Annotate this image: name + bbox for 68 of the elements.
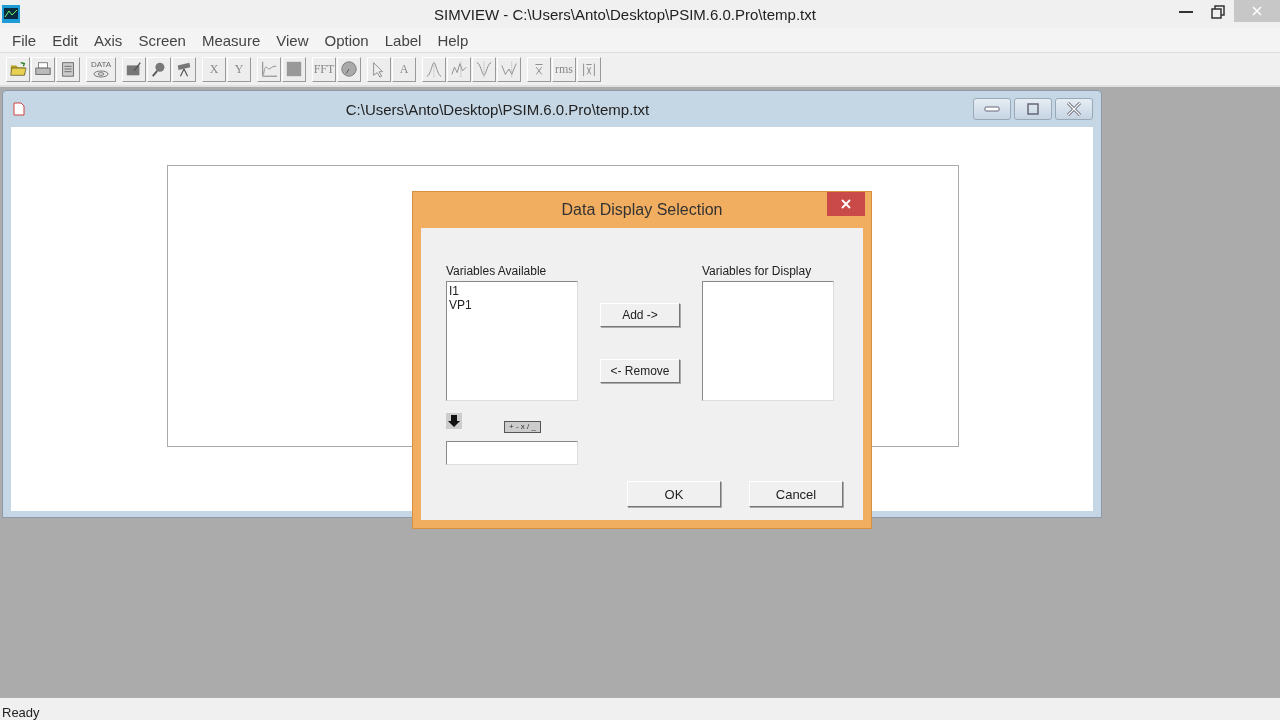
toolbar-button[interactable] (527, 56, 551, 82)
menu-item[interactable]: Help (431, 31, 475, 49)
toolbar-button[interactable] (282, 56, 306, 82)
window-title: SIMVIEW - C:\Users\Anto\Desktop\PSIM.6.0.Pro\temp.txt (433, 5, 817, 23)
valley-curve-icon (475, 60, 493, 78)
toolbar-button[interactable] (172, 56, 196, 82)
minimize-icon (1179, 11, 1193, 13)
disc-icon (340, 60, 358, 78)
toolbar-button[interactable] (497, 56, 521, 82)
dip-curve-icon (500, 60, 518, 78)
toolbar-button[interactable] (472, 56, 496, 82)
menu-item[interactable]: Measure (195, 31, 267, 49)
maximize-button[interactable] (1014, 98, 1052, 120)
maximize-icon (1027, 103, 1039, 115)
toolbar-button[interactable] (122, 56, 146, 82)
operator-bar[interactable]: + - x / _ (504, 421, 541, 433)
menu-item[interactable]: File (6, 31, 43, 49)
folder-icon (9, 60, 27, 78)
toolbar-button[interactable] (337, 56, 361, 82)
menu-item[interactable]: Axis (88, 31, 129, 49)
disk-icon (93, 70, 109, 78)
menu-item[interactable]: Edit (46, 31, 85, 49)
down-arrow-icon (446, 413, 462, 429)
data-label: DATA (90, 60, 112, 69)
toolbar-button[interactable] (6, 56, 30, 82)
dialog-title: Data Display Selection (561, 201, 723, 219)
restore-icon (1211, 5, 1225, 19)
menu-item[interactable]: View (270, 31, 315, 49)
toolbar-button[interactable] (147, 56, 171, 82)
list-label: Variables Available (446, 264, 548, 278)
close-button[interactable] (827, 192, 865, 216)
document-title: C:\Users\Anto\Desktop\PSIM.6.0.Pro\temp.txt (344, 100, 651, 118)
peak-curve-icon (425, 60, 443, 78)
close-button[interactable] (1055, 98, 1093, 120)
menu-item[interactable]: Screen (132, 31, 192, 49)
close-icon (1066, 102, 1082, 116)
graph-icon (260, 60, 278, 78)
minimize-icon (984, 105, 1000, 113)
clipboard-icon (59, 60, 77, 78)
close-icon (1252, 6, 1262, 16)
status-text: Ready (2, 705, 40, 720)
meter-icon (125, 60, 143, 78)
toolbar-button[interactable] (447, 56, 471, 82)
menu-item[interactable]: Label (378, 31, 428, 49)
variables-list[interactable]: I1 VP1 (446, 281, 578, 401)
toolbar-button[interactable] (31, 56, 55, 82)
wave-curve-icon (450, 60, 468, 78)
toolbar-button[interactable] (367, 56, 391, 82)
document-icon (13, 102, 25, 116)
toolbar-button[interactable] (422, 56, 446, 82)
toolbar-button[interactable] (56, 56, 80, 82)
telescope-icon (175, 60, 193, 78)
app-icon (2, 5, 20, 23)
toolbar-button[interactable] (257, 56, 281, 82)
toolbar-button[interactable] (577, 56, 601, 82)
list-label: Variables for Display (702, 264, 813, 278)
close-icon (841, 199, 851, 209)
add-button[interactable]: Add -> (600, 303, 680, 327)
printer-icon (34, 60, 52, 78)
list-item[interactable]: I1 (449, 284, 459, 298)
data-button[interactable]: DATA (86, 56, 116, 82)
square-icon (285, 60, 303, 78)
cancel-button[interactable]: Cancel (749, 481, 843, 507)
menu-item[interactable]: Option (318, 31, 375, 49)
remove-button[interactable]: <- Remove (600, 359, 680, 383)
expression-field[interactable] (446, 441, 578, 465)
ok-button[interactable]: OK (627, 481, 721, 507)
list-item[interactable]: VP1 (449, 298, 472, 312)
